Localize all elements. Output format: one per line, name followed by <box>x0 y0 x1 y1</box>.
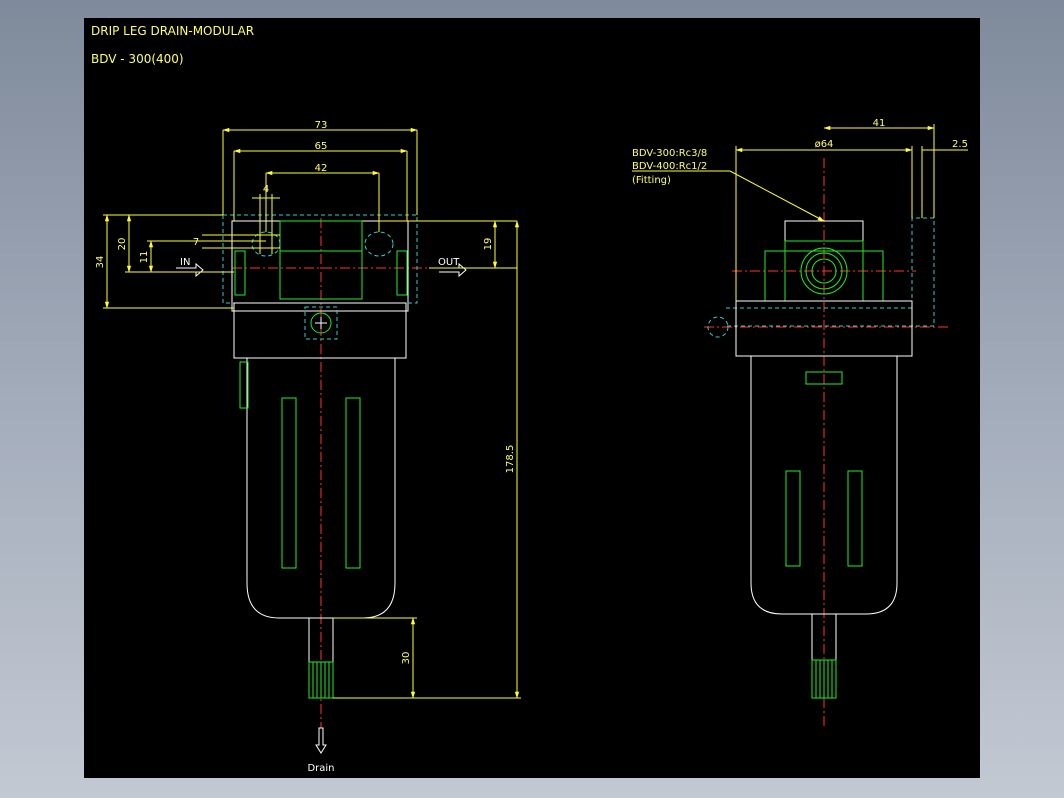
dim-11-text: 11 <box>139 251 150 264</box>
dim-73-text: 73 <box>315 120 328 131</box>
dim-65-text: 65 <box>315 141 328 152</box>
out-label: OUT <box>438 257 460 268</box>
front-screw-slot <box>315 317 327 329</box>
front-view: Drain IN OUT 73 65 42 4 34 20 11 7 19 17… <box>95 120 521 774</box>
front-head-hidden-outline <box>222 214 418 304</box>
front-sight-window-right <box>345 397 361 569</box>
dim-2-5-text: 2.5 <box>952 139 968 150</box>
dim-178-5-text: 178.5 <box>505 445 516 474</box>
dim-30-text: 30 <box>401 652 412 665</box>
side-sight-window-left <box>785 470 801 567</box>
side-view: 41 ø64 2.5 BDV-300:Rc3/8 BDV-400:Rc1/2 (… <box>632 118 968 728</box>
dim-7-text: 7 <box>193 237 199 248</box>
front-in-port-face <box>234 250 246 296</box>
cad-drawing: DRIP LEG DRAIN-MODULAR BDV - 300(400) Dr… <box>91 24 968 774</box>
callout-leader <box>729 170 825 222</box>
dim-34-text: 34 <box>95 256 106 269</box>
callout-bdv300: BDV-300:Rc3/8 <box>632 148 707 159</box>
front-out-port-face <box>396 250 408 296</box>
front-drain-knurl <box>312 662 330 698</box>
front-hidden-port-right <box>364 231 394 257</box>
side-drain-knurl <box>815 660 833 698</box>
front-sight-window-left <box>281 397 297 569</box>
side-bracket-hidden <box>726 217 935 327</box>
dim-dia64-text: ø64 <box>815 139 834 150</box>
in-label: IN <box>180 257 190 268</box>
cad-drawing-canvas: DRIP LEG DRAIN-MODULAR BDV - 300(400) Dr… <box>84 18 980 778</box>
dim-20-text: 20 <box>117 238 128 251</box>
drain-label: Drain <box>307 763 334 774</box>
dim-4-text: 4 <box>263 184 269 195</box>
front-hidden-port-left <box>251 231 281 257</box>
callout-fitting: (Fitting) <box>632 175 671 186</box>
dim-19-text: 19 <box>483 238 494 251</box>
dim-42-text: 42 <box>315 163 328 174</box>
drain-arrow-icon <box>315 727 327 754</box>
callout-bdv400: BDV-400:Rc1/2 <box>632 161 707 172</box>
model-number: BDV - 300(400) <box>91 52 184 66</box>
dim-41-text: 41 <box>873 118 886 129</box>
side-sight-window-right <box>847 470 863 567</box>
drawing-title: DRIP LEG DRAIN-MODULAR <box>91 24 254 38</box>
